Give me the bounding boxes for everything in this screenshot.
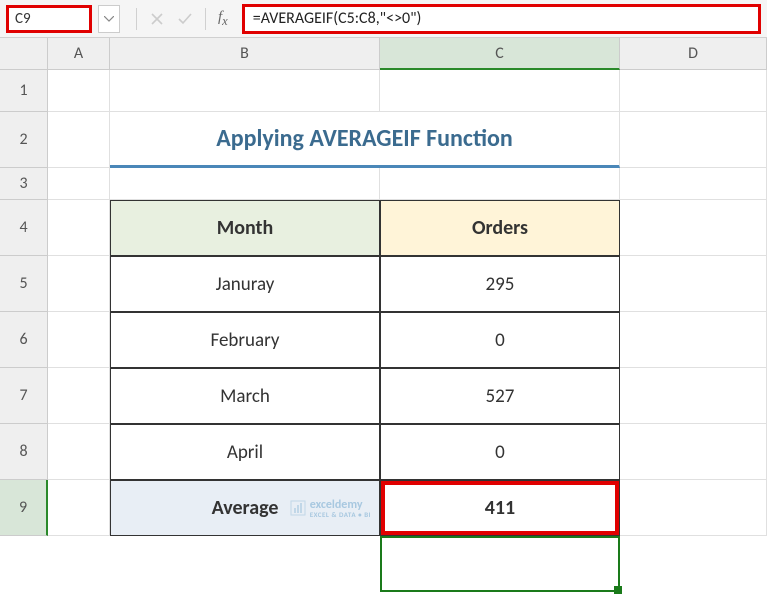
column-headers-row: A B C D <box>0 38 767 70</box>
header-orders[interactable]: Orders <box>380 200 620 256</box>
cell-month-3[interactable]: April <box>110 424 380 480</box>
cancel-formula-button[interactable] <box>143 5 171 33</box>
row-header-1[interactable]: 1 <box>0 70 48 112</box>
cell-D4[interactable] <box>620 200 767 256</box>
row-header-6[interactable]: 6 <box>0 312 48 368</box>
row-header-9[interactable]: 9 <box>0 480 48 536</box>
column-header-D[interactable]: D <box>620 38 767 70</box>
name-box-dropdown[interactable] <box>98 5 120 33</box>
cell-B3[interactable] <box>110 168 380 200</box>
cell-month-0[interactable]: Januray <box>110 256 380 312</box>
formula-text: =AVERAGEIF(C5:C8,"<>0") <box>253 9 422 28</box>
average-label: Average <box>212 496 279 520</box>
row-header-4[interactable]: 4 <box>0 200 48 256</box>
row-header-7[interactable]: 7 <box>0 368 48 424</box>
name-box-value: C9 <box>15 10 31 28</box>
row-header-3[interactable]: 3 <box>0 168 48 200</box>
x-icon <box>151 13 163 25</box>
cell-C1[interactable] <box>380 70 620 112</box>
cell-D7[interactable] <box>620 368 767 424</box>
chevron-down-icon <box>104 16 114 22</box>
cell-month-1[interactable]: February <box>110 312 380 368</box>
cell-D1[interactable] <box>620 70 767 112</box>
cell-A3[interactable] <box>48 168 110 200</box>
cell-A4[interactable] <box>48 200 110 256</box>
watermark: exceldemy EXCEL & DATA • BI <box>290 499 371 518</box>
cells-grid: Applying AVERAGEIF Function Month Orders <box>48 70 767 536</box>
separator <box>205 8 206 30</box>
column-header-A[interactable]: A <box>48 38 110 70</box>
cell-C3[interactable] <box>380 168 620 200</box>
cell-D3[interactable] <box>620 168 767 200</box>
column-header-B[interactable]: B <box>110 38 380 70</box>
cell-D9[interactable] <box>620 480 767 536</box>
cell-B1[interactable] <box>110 70 380 112</box>
row-headers: 1 2 3 4 5 6 7 8 9 <box>0 70 48 536</box>
select-all-corner[interactable] <box>0 38 48 70</box>
average-value-cell[interactable]: 411 <box>380 480 620 536</box>
cell-A9[interactable] <box>48 480 110 536</box>
cell-D8[interactable] <box>620 424 767 480</box>
cell-orders-1[interactable]: 0 <box>380 312 620 368</box>
name-box[interactable]: C9 <box>6 5 92 33</box>
formula-bar: C9 fx =AVERAGEIF(C5:C8,"<>0") <box>0 0 767 38</box>
fill-handle[interactable] <box>614 586 622 594</box>
formula-input[interactable]: =AVERAGEIF(C5:C8,"<>0") <box>242 4 761 34</box>
cell-orders-0[interactable]: 295 <box>380 256 620 312</box>
confirm-formula-button[interactable] <box>171 5 199 33</box>
row-header-2[interactable]: 2 <box>0 112 48 168</box>
watermark-brand: exceldemy <box>310 499 371 511</box>
cell-month-2[interactable]: March <box>110 368 380 424</box>
cell-orders-3[interactable]: 0 <box>380 424 620 480</box>
check-icon <box>178 13 192 25</box>
fx-icon[interactable]: fx <box>218 9 228 29</box>
title-cell[interactable]: Applying AVERAGEIF Function <box>110 112 620 168</box>
watermark-icon <box>290 500 306 516</box>
active-cell-selection <box>380 536 620 592</box>
spreadsheet-area: A B C D 1 2 3 4 5 6 7 8 9 <box>0 38 767 536</box>
column-header-C[interactable]: C <box>380 38 620 70</box>
watermark-tagline: EXCEL & DATA • BI <box>310 511 371 518</box>
cell-D5[interactable] <box>620 256 767 312</box>
separator <box>136 8 137 30</box>
cell-A7[interactable] <box>48 368 110 424</box>
header-month[interactable]: Month <box>110 200 380 256</box>
cell-A8[interactable] <box>48 424 110 480</box>
cell-A5[interactable] <box>48 256 110 312</box>
cell-A6[interactable] <box>48 312 110 368</box>
cell-A1[interactable] <box>48 70 110 112</box>
cell-A2[interactable] <box>48 112 110 168</box>
cell-D6[interactable] <box>620 312 767 368</box>
average-label-cell[interactable]: Average exceldemy EXCEL & DATA • BI <box>110 480 380 536</box>
cell-orders-2[interactable]: 527 <box>380 368 620 424</box>
row-header-5[interactable]: 5 <box>0 256 48 312</box>
row-header-8[interactable]: 8 <box>0 424 48 480</box>
cell-D2[interactable] <box>620 112 767 168</box>
average-value: 411 <box>485 496 515 520</box>
